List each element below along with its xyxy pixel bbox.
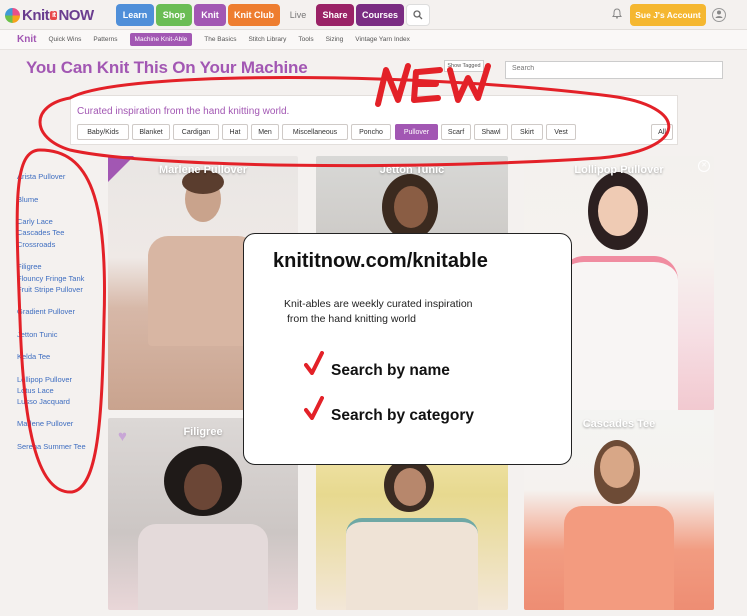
list-item[interactable]: Fruit Stripe Pullover [17, 285, 83, 294]
list-item[interactable]: Lusso Jacquard [17, 397, 70, 406]
category-cardigan[interactable]: Cardigan [173, 124, 219, 140]
list-item[interactable]: Kelda Tee [17, 352, 50, 361]
model-photo [600, 446, 634, 488]
subnav-sizing[interactable]: Sizing [326, 36, 344, 43]
list-item[interactable]: Serena Summer Tee [17, 442, 86, 451]
sweater-photo [148, 236, 258, 346]
category-skirt[interactable]: Skirt [511, 124, 543, 140]
model-photo [598, 186, 638, 236]
checkmark-icon [304, 351, 324, 375]
category-all[interactable]: All [651, 124, 673, 140]
category-pullover[interactable]: Pullover [395, 124, 438, 140]
logo-text: Knit it NOW [22, 6, 94, 24]
model-photo [184, 464, 222, 510]
user-icon[interactable] [712, 8, 726, 22]
nav-live[interactable]: Live [282, 4, 314, 26]
search-icon[interactable] [406, 4, 430, 26]
category-panel: Curated inspiration from the hand knitti… [70, 95, 678, 145]
subnav-patterns[interactable]: Patterns [93, 36, 117, 43]
model-photo [394, 186, 428, 228]
top-nav: Knit it NOW Learn Shop Knit Knit Club Live… [0, 0, 747, 30]
subnav-the-basics[interactable]: The Basics [204, 36, 236, 43]
feature-search-category: Search by category [331, 407, 475, 424]
card-title: Jetton Tunic [379, 164, 445, 176]
category-vest[interactable]: Vest [546, 124, 576, 140]
popup-description: Knit-ables are weekly curated inspiratio… [284, 298, 473, 310]
category-blanket[interactable]: Blanket [132, 124, 170, 140]
subnav-brand[interactable]: Knit [17, 34, 36, 45]
nav-learn[interactable]: Learn [116, 4, 154, 26]
list-item[interactable]: Lollipop Pullover [17, 375, 72, 384]
feature-search-name: Search by name [331, 362, 450, 379]
sweater-photo [560, 256, 678, 410]
checkmark-icon [304, 396, 324, 420]
subnav-machine-knitable[interactable]: Machine Knit-Able [129, 33, 193, 46]
list-item[interactable]: Gradient Pullover [17, 307, 75, 316]
subnav-quick-wins[interactable]: Quick Wins [48, 36, 81, 43]
sub-nav: Knit Quick Wins Patterns Machine Knit-Ab… [0, 30, 747, 50]
card-title: Marlene Pullover [158, 164, 248, 176]
popup-description: from the hand knitting world [287, 313, 416, 325]
sweater-photo [138, 524, 268, 610]
nav-knit[interactable]: Knit [194, 4, 226, 26]
list-item[interactable]: Jetton Tunic [17, 330, 57, 339]
bell-icon[interactable] [610, 8, 624, 22]
nav-share[interactable]: Share [316, 4, 354, 26]
promo-popup: knititnow.com/knitable Knit-ables are we… [243, 233, 572, 465]
list-item[interactable]: Carly Lace [17, 217, 53, 226]
list-item[interactable]: Flouncy Fringe Tank [17, 274, 84, 283]
sweater-photo [564, 506, 674, 610]
logo-flower-icon [5, 7, 20, 23]
site-logo[interactable]: Knit it NOW [5, 5, 94, 25]
page-title: You Can Knit This On Your Machine [26, 58, 308, 77]
category-shawl[interactable]: Shawl [474, 124, 508, 140]
list-item[interactable]: Cascades Tee [17, 228, 64, 237]
category-subtitle: Curated inspiration from the hand knitti… [77, 106, 290, 117]
category-hat[interactable]: Hat [222, 124, 248, 140]
category-baby-kids[interactable]: Baby/Kids [77, 124, 129, 140]
list-item[interactable]: Lotus Lace [17, 386, 54, 395]
category-miscellaneous[interactable]: Miscellaneous [282, 124, 348, 140]
card-title: Lollipop Pullover [574, 164, 664, 176]
list-item[interactable]: Filigree [17, 262, 42, 271]
list-item[interactable]: Arista Pullover [17, 172, 65, 181]
popup-url[interactable]: knititnow.com/knitable [273, 250, 488, 273]
list-item[interactable]: Blume [17, 195, 38, 204]
model-photo [394, 468, 426, 506]
search-field[interactable] [505, 61, 723, 79]
sweater-photo [346, 518, 478, 610]
category-poncho[interactable]: Poncho [351, 124, 391, 140]
search-input[interactable] [512, 65, 716, 72]
list-item[interactable]: Marlene Pullover [17, 419, 73, 428]
subnav-vintage-yarn-index[interactable]: Vintage Yarn Index [355, 36, 410, 43]
subnav-stitch-library[interactable]: Stitch Library [248, 36, 286, 43]
list-item[interactable]: Crossroads [17, 240, 55, 249]
nav-shop[interactable]: Shop [156, 4, 192, 26]
category-men[interactable]: Men [251, 124, 279, 140]
nav-knit-club[interactable]: Knit Club [228, 4, 280, 26]
show-tagged-button[interactable]: Show Tagged [444, 60, 484, 72]
subnav-tools[interactable]: Tools [298, 36, 313, 43]
nav-courses[interactable]: Courses [356, 4, 404, 26]
account-button[interactable]: Sue J's Account [630, 4, 706, 26]
category-scarf[interactable]: Scarf [441, 124, 471, 140]
